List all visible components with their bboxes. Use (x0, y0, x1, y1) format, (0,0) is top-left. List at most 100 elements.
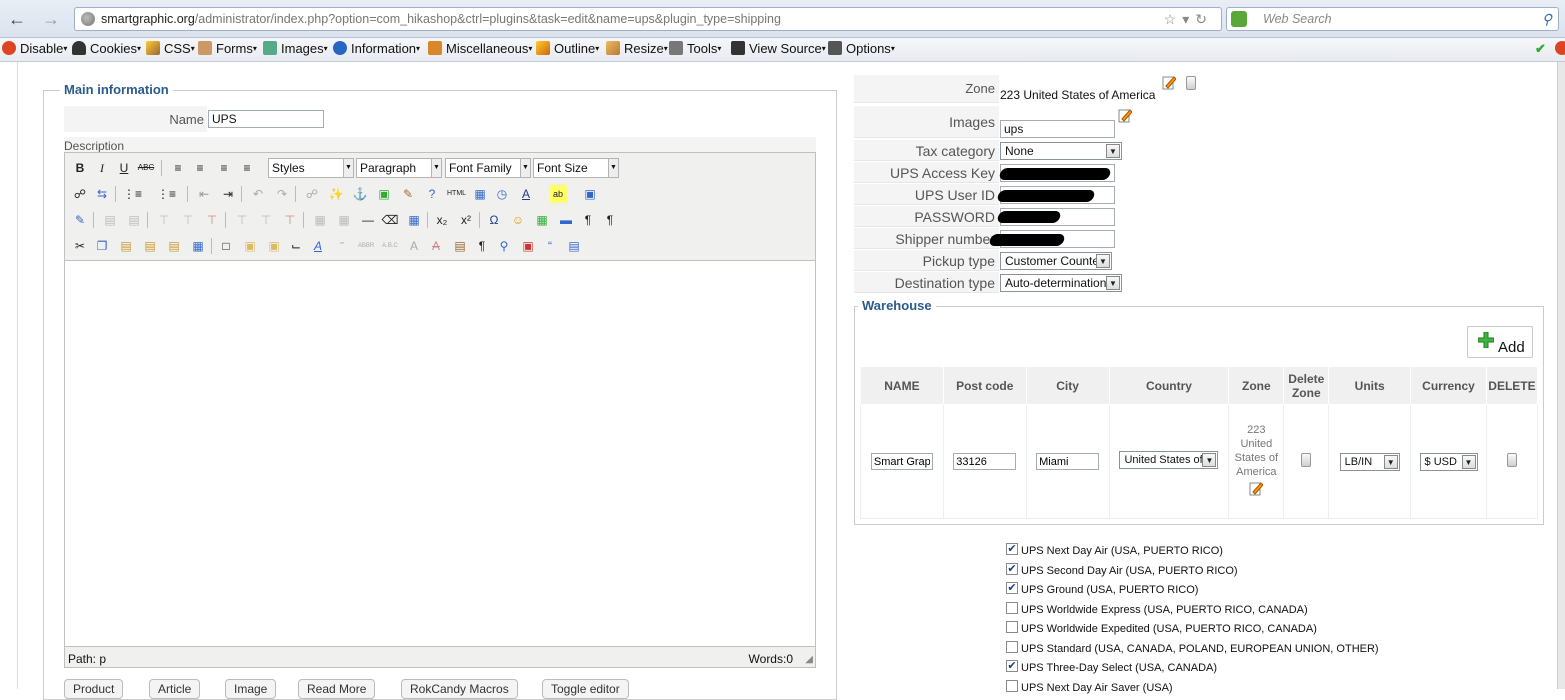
format-select[interactable]: Paragraph ▼ (356, 158, 442, 178)
service-checkbox[interactable]: ✔ (1006, 582, 1018, 594)
copy-icon[interactable]: ❐ (93, 237, 111, 255)
visual-chars-icon[interactable]: ¶ (473, 237, 491, 255)
tax-category-select[interactable]: None ▼ (1000, 142, 1122, 160)
align-center-icon[interactable]: ≡ (191, 159, 209, 177)
fullscreen-icon[interactable]: ▣ (581, 185, 599, 203)
highlight-color-icon[interactable]: ab (549, 185, 567, 203)
paste-text-icon[interactable]: ▤ (141, 237, 159, 255)
help-icon[interactable]: ? (423, 185, 441, 203)
replace-icon[interactable]: ⇆ (93, 185, 111, 203)
toolbar-tools[interactable]: Tools▾ (669, 41, 721, 56)
attributes-icon[interactable]: ▤ (451, 237, 469, 255)
underline-icon[interactable]: U (115, 159, 133, 177)
rokcandy-macros-button[interactable]: RokCandy Macros (401, 679, 518, 699)
select-all-icon[interactable]: ▦ (189, 237, 207, 255)
insertion-icon[interactable]: A (405, 237, 423, 255)
align-left-icon[interactable]: ≡ (169, 159, 187, 177)
toolbar-css[interactable]: CSS▾ (146, 41, 195, 56)
service-checkbox[interactable]: ✔ (1006, 660, 1018, 672)
move-backward-icon[interactable]: ▣ (265, 237, 283, 255)
product-button[interactable]: Product (64, 679, 124, 699)
bookmark-star-icon[interactable]: ☆▾↻ (1164, 8, 1213, 30)
absolute-icon[interactable]: ⌙ (287, 237, 305, 255)
insert-image-icon[interactable]: ▣ (375, 185, 393, 203)
warehouse-post-code-input[interactable] (953, 453, 1017, 470)
service-checkbox[interactable] (1006, 680, 1018, 692)
delete-col-icon[interactable]: ⊤ (281, 211, 299, 229)
resize-handle-icon[interactable]: ◢ (805, 654, 813, 665)
zone-edit-icon[interactable] (1162, 75, 1176, 90)
insert-date-icon[interactable]: ▦ (471, 185, 489, 203)
horizontal-rule-icon[interactable]: — (359, 211, 377, 229)
outdent-icon[interactable]: ⇤ (195, 185, 213, 203)
images-edit-icon[interactable] (1118, 108, 1132, 123)
bullet-list-icon[interactable]: ⋮≡ (123, 185, 142, 203)
zone-delete-icon[interactable] (1186, 76, 1196, 90)
anchor-icon[interactable]: ⚓ (351, 185, 369, 203)
add-warehouse-button[interactable]: Add (1467, 326, 1533, 358)
service-checkbox[interactable] (1006, 602, 1018, 614)
page-scrollbar[interactable] (1557, 62, 1565, 689)
toolbar-cookies[interactable]: Cookies▾ (72, 41, 141, 56)
address-bar[interactable]: smartgraphic.org/administrator/index.php… (74, 7, 1222, 31)
images-input[interactable] (1000, 120, 1115, 138)
insert-layer-icon[interactable]: ▤ (101, 211, 119, 229)
ltr-icon[interactable]: ¶ (579, 211, 597, 229)
toolbar-options[interactable]: Options▾ (828, 41, 895, 56)
warehouse-units-select[interactable]: LB/IN ▼ (1339, 452, 1400, 471)
row-before-icon[interactable]: ⊤ (155, 211, 173, 229)
service-checkbox[interactable] (1006, 641, 1018, 653)
search-engine-icon[interactable] (1231, 11, 1247, 27)
cut-icon[interactable]: ✂ (71, 237, 89, 255)
row-after-icon[interactable]: ⊤ (179, 211, 197, 229)
acronym-icon[interactable]: A.B.C (381, 237, 399, 255)
edit-css-icon[interactable]: ✎ (71, 211, 89, 229)
service-checkbox[interactable]: ✔ (1006, 543, 1018, 555)
bold-icon[interactable]: B (71, 159, 89, 177)
check-ok-icon[interactable]: ✔ (1535, 41, 1546, 57)
nonbreaking-icon[interactable]: ▣ (519, 237, 537, 255)
emoticons-icon[interactable]: ☺ (509, 211, 527, 229)
warehouse-zone-edit-icon[interactable] (1249, 481, 1265, 496)
toolbar-miscellaneous[interactable]: Miscellaneous▾ (428, 41, 532, 56)
destination-type-select[interactable]: Auto-determination ▼ (1000, 274, 1122, 292)
read-more-button[interactable]: Read More (298, 679, 376, 699)
special-char-icon[interactable]: Ω (485, 211, 503, 229)
web-search-input[interactable]: Web Search ⚲ (1226, 7, 1559, 31)
strikethrough-icon[interactable]: ABC (137, 159, 155, 177)
col-after-icon[interactable]: ⊤ (257, 211, 275, 229)
warehouse-delete-zone-icon[interactable] (1301, 453, 1312, 467)
error-icon[interactable] (1555, 41, 1565, 56)
redo-icon[interactable]: ↷ (273, 185, 291, 203)
align-justify-icon[interactable]: ≡ (238, 159, 256, 177)
insert-media-icon[interactable]: ▦ (533, 211, 551, 229)
service-checkbox[interactable] (1006, 621, 1018, 633)
insert-table-icon[interactable]: ▦ (405, 211, 423, 229)
toolbar-images[interactable]: Images▾ (263, 41, 328, 56)
font-family-select[interactable]: Font Family ▼ (445, 158, 531, 178)
back-arrow-icon[interactable]: ← (6, 8, 28, 30)
link-icon[interactable]: ☍ (303, 185, 321, 203)
name-input[interactable] (208, 110, 324, 128)
pickup-type-select[interactable]: Customer Counter ▼ (1000, 252, 1112, 270)
italic-icon[interactable]: I (93, 159, 111, 177)
undo-icon[interactable]: ↶ (249, 185, 267, 203)
paste-word-icon[interactable]: ▤ (165, 237, 183, 255)
forward-arrow-icon[interactable]: → (40, 8, 62, 30)
deletion-icon[interactable]: A (427, 237, 445, 255)
toolbar-outline[interactable]: Outline▾ (536, 41, 599, 56)
html-source-icon[interactable]: HTML (447, 185, 466, 203)
find-icon[interactable]: ☍ (71, 185, 89, 203)
cite-icon[interactable]: “” (333, 237, 351, 255)
blockquote-icon[interactable]: “ (541, 237, 559, 255)
service-checkbox[interactable]: ✔ (1006, 563, 1018, 575)
warehouse-country-select[interactable]: United States of ▼ (1119, 451, 1219, 469)
cleanup-icon[interactable]: ✎ (399, 185, 417, 203)
superscript-icon[interactable]: x² (457, 211, 475, 229)
abbr-icon[interactable]: ABBR (357, 237, 375, 255)
font-size-select[interactable]: Font Size ▼ (533, 158, 619, 178)
toggle-editor-button[interactable]: Toggle editor (542, 679, 629, 699)
rtl-icon[interactable]: ¶ (601, 211, 619, 229)
style-props-icon[interactable]: A (309, 237, 327, 255)
editor-content-area[interactable] (65, 260, 815, 647)
